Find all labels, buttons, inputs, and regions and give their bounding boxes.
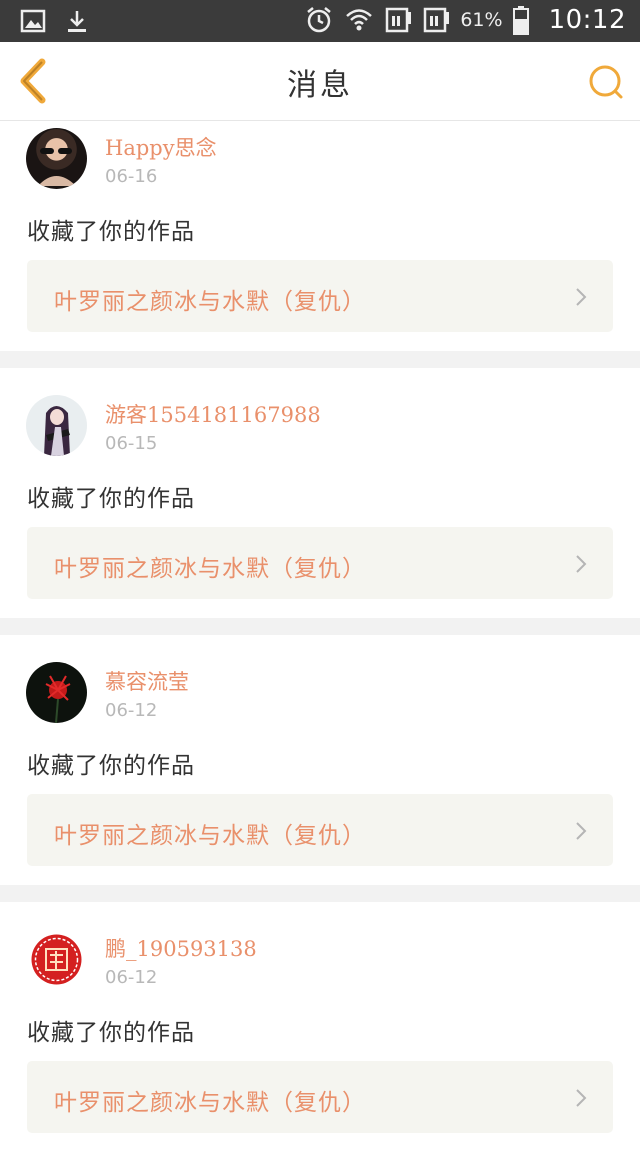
chevron-right-icon (576, 555, 587, 573)
alarm-icon (307, 7, 332, 33)
avatar-red-flower (45, 675, 71, 723)
username[interactable]: 鹏_190593138 (105, 933, 257, 963)
work-title: 叶罗丽之颜冰与水默（复仇） (54, 1090, 366, 1116)
message-date: 06-12 (105, 700, 158, 721)
action-text: 收藏了你的作品 (27, 753, 195, 779)
work-link[interactable]: 叶罗丽之颜冰与水默（复仇） (27, 260, 613, 332)
message-card: Happy思念 06-16 收藏了你的作品 叶罗丽之颜冰与水默（复仇） (0, 121, 640, 351)
work-link[interactable]: 叶罗丽之颜冰与水默（复仇） (27, 1061, 613, 1133)
work-link[interactable]: 叶罗丽之颜冰与水默（复仇） (27, 794, 613, 866)
page-title: 消息 (287, 68, 353, 103)
message-card: 鹏_190593138 06-12 收藏了你的作品 叶罗丽之颜冰与水默（复仇） (0, 902, 640, 1152)
chevron-right-icon (576, 1089, 587, 1107)
app-header: 消息 (0, 42, 640, 121)
message-card: 慕容流莹 06-12 收藏了你的作品 叶罗丽之颜冰与水默（复仇） (0, 635, 640, 885)
divider (0, 618, 640, 635)
status-bar: 61% 10:12 (0, 0, 640, 42)
avatar[interactable] (26, 662, 87, 723)
message-date: 06-16 (105, 166, 158, 187)
chevron-right-icon (576, 822, 587, 840)
avatar-anime-girl (44, 406, 70, 456)
search-icon[interactable] (586, 62, 626, 102)
divider (0, 885, 640, 902)
message-card: 游客1554181167988 06-15 收藏了你的作品 叶罗丽之颜冰与水默（… (0, 368, 640, 618)
image-icon (20, 9, 46, 33)
sim2-icon (424, 7, 450, 33)
action-text: 收藏了你的作品 (27, 219, 195, 245)
battery-icon (512, 6, 529, 35)
avatar[interactable] (26, 395, 87, 456)
username[interactable]: 游客1554181167988 (105, 399, 321, 429)
avatar-fu-seal (31, 934, 82, 985)
wifi-icon (346, 9, 373, 31)
message-date: 06-15 (105, 433, 158, 454)
message-date: 06-12 (105, 967, 158, 988)
action-text: 收藏了你的作品 (27, 486, 195, 512)
avatar[interactable] (26, 128, 87, 189)
clock: 10:12 (548, 5, 626, 35)
work-title: 叶罗丽之颜冰与水默（复仇） (54, 556, 366, 582)
download-icon (68, 11, 86, 32)
avatar[interactable] (26, 929, 87, 990)
work-title: 叶罗丽之颜冰与水默（复仇） (54, 289, 366, 315)
work-link[interactable]: 叶罗丽之颜冰与水默（复仇） (27, 527, 613, 599)
avatar-photo-sunglasses (38, 148, 76, 186)
username[interactable]: 慕容流莹 (105, 666, 189, 696)
chevron-right-icon (576, 288, 587, 306)
sim1-icon (386, 7, 412, 33)
divider (0, 351, 640, 368)
message-list: Happy思念 06-16 收藏了你的作品 叶罗丽之颜冰与水默（复仇） 游客15… (0, 121, 640, 1152)
work-title: 叶罗丽之颜冰与水默（复仇） (54, 823, 366, 849)
username[interactable]: Happy思念 (105, 132, 217, 162)
action-text: 收藏了你的作品 (27, 1020, 195, 1046)
battery-percent: 61% (460, 9, 503, 31)
